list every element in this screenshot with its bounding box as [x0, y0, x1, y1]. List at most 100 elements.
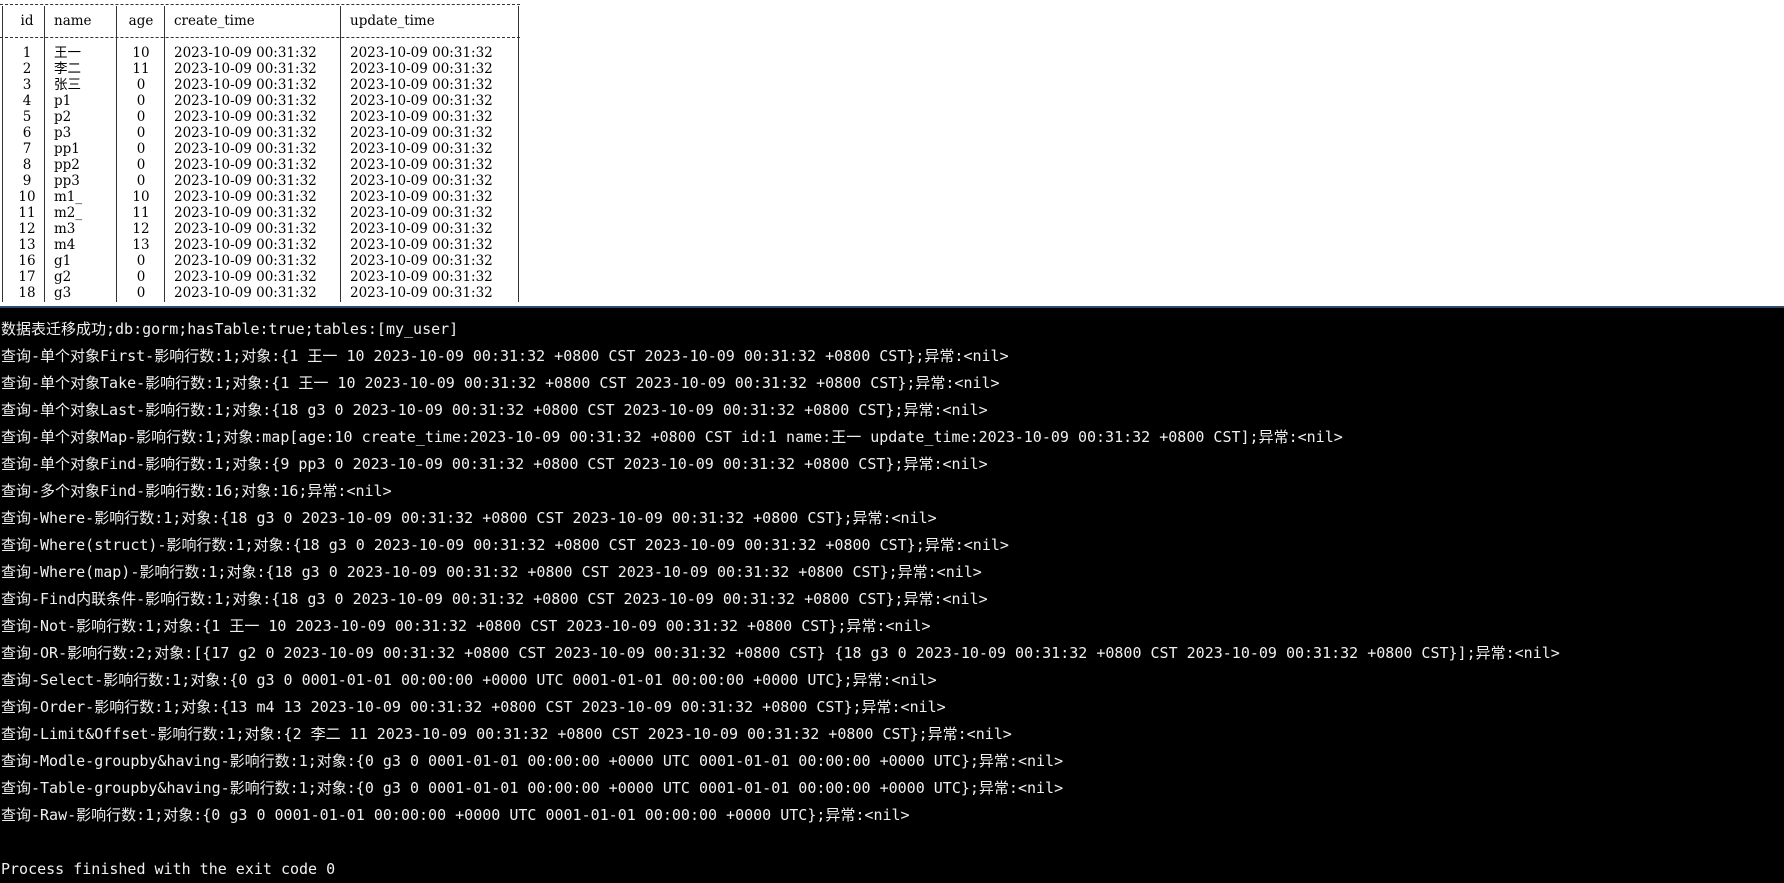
table-cell: 2023-10-09 00:31:32 — [174, 77, 317, 93]
console-line: 查询-Select-影响行数:1;对象:{0 g3 0 0001-01-01 0… — [1, 671, 937, 689]
table-cell: pp3 — [54, 173, 80, 189]
table-column-separator — [340, 6, 341, 302]
console-line: 查询-单个对象Take-影响行数:1;对象:{1 王一 10 2023-10-0… — [1, 374, 1000, 392]
console-line: 查询-Where(map)-影响行数:1;对象:{18 g3 0 2023-10… — [1, 563, 982, 581]
table-header-cell: create_time — [174, 13, 255, 29]
table-cell: 2023-10-09 00:31:32 — [350, 189, 493, 205]
table-cell: 0 — [136, 157, 146, 173]
table-cell: 2023-10-09 00:31:32 — [350, 285, 493, 301]
table-cell: 0 — [136, 77, 146, 93]
table-cell: 0 — [136, 269, 146, 285]
table-cell: p1 — [54, 93, 72, 109]
table-cell: 0 — [136, 173, 146, 189]
table-cell: 0 — [136, 109, 146, 125]
table-cell: 11 — [18, 205, 36, 221]
table-cell: 10 — [18, 189, 36, 205]
table-cell: 11 — [132, 61, 150, 77]
console-line: 查询-Limit&Offset-影响行数:1;对象:{2 李二 11 2023-… — [1, 725, 1012, 743]
table-cell: 2023-10-09 00:31:32 — [174, 141, 317, 157]
table-cell: 0 — [136, 285, 146, 301]
console-line: 查询-Modle-groupby&having-影响行数:1;对象:{0 g3 … — [1, 752, 1064, 770]
table-cell: 2023-10-09 00:31:32 — [174, 45, 317, 61]
table-cell: m2_ — [54, 205, 83, 221]
table-cell: 10 — [132, 189, 150, 205]
console-line: 查询-单个对象Map-影响行数:1;对象:map[age:10 create_t… — [1, 428, 1343, 446]
table-header-cell: age — [128, 13, 154, 29]
table-cell: 王一 — [54, 45, 81, 61]
console-line: 查询-单个对象First-影响行数:1;对象:{1 王一 10 2023-10-… — [1, 347, 1009, 365]
table-cell: 2023-10-09 00:31:32 — [350, 269, 493, 285]
table-cell: 2023-10-09 00:31:32 — [350, 221, 493, 237]
table-cell: 2023-10-09 00:31:32 — [174, 205, 317, 221]
table-cell: 2023-10-09 00:31:32 — [350, 93, 493, 109]
pane-divider[interactable] — [0, 306, 1784, 308]
table-cell: 张三 — [54, 77, 81, 93]
table-cell: 2023-10-09 00:31:32 — [350, 45, 493, 61]
table-cell: 0 — [136, 125, 146, 141]
table-cell: m4 — [54, 237, 76, 253]
table-cell: 2023-10-09 00:31:32 — [174, 173, 317, 189]
console-line: 查询-Raw-影响行数:1;对象:{0 g3 0 0001-01-01 00:0… — [1, 806, 910, 824]
table-cell: 13 — [18, 237, 36, 253]
table-cell: 2023-10-09 00:31:32 — [350, 157, 493, 173]
table-cell: 2023-10-09 00:31:32 — [350, 173, 493, 189]
table-header-cell: update_time — [350, 13, 435, 29]
table-cell: 2023-10-09 00:31:32 — [174, 189, 317, 205]
table-cell: 2023-10-09 00:31:32 — [174, 237, 317, 253]
console-line: 查询-Not-影响行数:1;对象:{1 王一 10 2023-10-09 00:… — [1, 617, 931, 635]
table-cell: p2 — [54, 109, 72, 125]
table-cell: 9 — [22, 173, 32, 189]
table-cell: 10 — [132, 45, 150, 61]
table-cell: 11 — [132, 205, 150, 221]
console-lines: 数据表迁移成功;db:gorm;hasTable:true;tables:[my… — [0, 316, 1784, 829]
table-cell: 6 — [22, 125, 32, 141]
table-cell: 12 — [132, 221, 150, 237]
table-cell: 12 — [18, 221, 36, 237]
table-cell: 2023-10-09 00:31:32 — [174, 269, 317, 285]
exit-message: Process finished with the exit code 0 — [1, 860, 336, 878]
table-cell: 2023-10-09 00:31:32 — [350, 237, 493, 253]
table-border-line — [0, 4, 520, 5]
table-border-line — [0, 37, 520, 38]
console-line: 查询-多个对象Find-影响行数:16;对象:16;异常:<nil> — [1, 482, 392, 500]
table-cell: 4 — [22, 93, 32, 109]
console-line: 数据表迁移成功;db:gorm;hasTable:true;tables:[my… — [1, 320, 459, 338]
table-cell: 0 — [136, 141, 146, 157]
table-cell: g1 — [54, 253, 72, 269]
table-cell: 3 — [22, 77, 32, 93]
table-cell: m3 — [54, 221, 76, 237]
console-line: 查询-OR-影响行数:2;对象:[{17 g2 0 2023-10-09 00:… — [1, 644, 1560, 662]
table-cell: 2023-10-09 00:31:32 — [174, 285, 317, 301]
table-cell: 2023-10-09 00:31:32 — [350, 61, 493, 77]
table-cell: 2023-10-09 00:31:32 — [174, 221, 317, 237]
table-column-separator — [116, 6, 117, 302]
table-cell: 2023-10-09 00:31:32 — [350, 205, 493, 221]
table-cell: 17 — [18, 269, 36, 285]
console-line: 查询-Where-影响行数:1;对象:{18 g3 0 2023-10-09 0… — [1, 509, 937, 527]
table-cell: g3 — [54, 285, 72, 301]
table-cell: 2 — [22, 61, 32, 77]
console-line: 查询-Order-影响行数:1;对象:{13 m4 13 2023-10-09 … — [1, 698, 946, 716]
table-cell: 2023-10-09 00:31:32 — [350, 77, 493, 93]
console-line: 查询-单个对象Last-影响行数:1;对象:{18 g3 0 2023-10-0… — [1, 401, 988, 419]
table-header-cell: id — [20, 13, 34, 29]
run-console-output: 数据表迁移成功;db:gorm;hasTable:true;tables:[my… — [0, 316, 1784, 883]
table-cell: 13 — [132, 237, 150, 253]
table-cell: g2 — [54, 269, 72, 285]
table-cell: 2023-10-09 00:31:32 — [350, 125, 493, 141]
console-line: 查询-Where(struct)-影响行数:1;对象:{18 g3 0 2023… — [1, 536, 1009, 554]
console-line: 查询-Find内联条件-影响行数:1;对象:{18 g3 0 2023-10-0… — [1, 590, 988, 608]
table-column-separator — [2, 6, 3, 302]
table-cell: 5 — [22, 109, 32, 125]
table-cell: 2023-10-09 00:31:32 — [350, 141, 493, 157]
table-column-separator — [44, 6, 45, 302]
table-cell: 李二 — [54, 61, 81, 77]
table-cell: 2023-10-09 00:31:32 — [174, 61, 317, 77]
table-cell: p3 — [54, 125, 72, 141]
table-cell: 2023-10-09 00:31:32 — [350, 109, 493, 125]
table-cell: m1_ — [54, 189, 83, 205]
table-cell: pp1 — [54, 141, 80, 157]
table-cell: 8 — [22, 157, 32, 173]
table-cell: 0 — [136, 93, 146, 109]
